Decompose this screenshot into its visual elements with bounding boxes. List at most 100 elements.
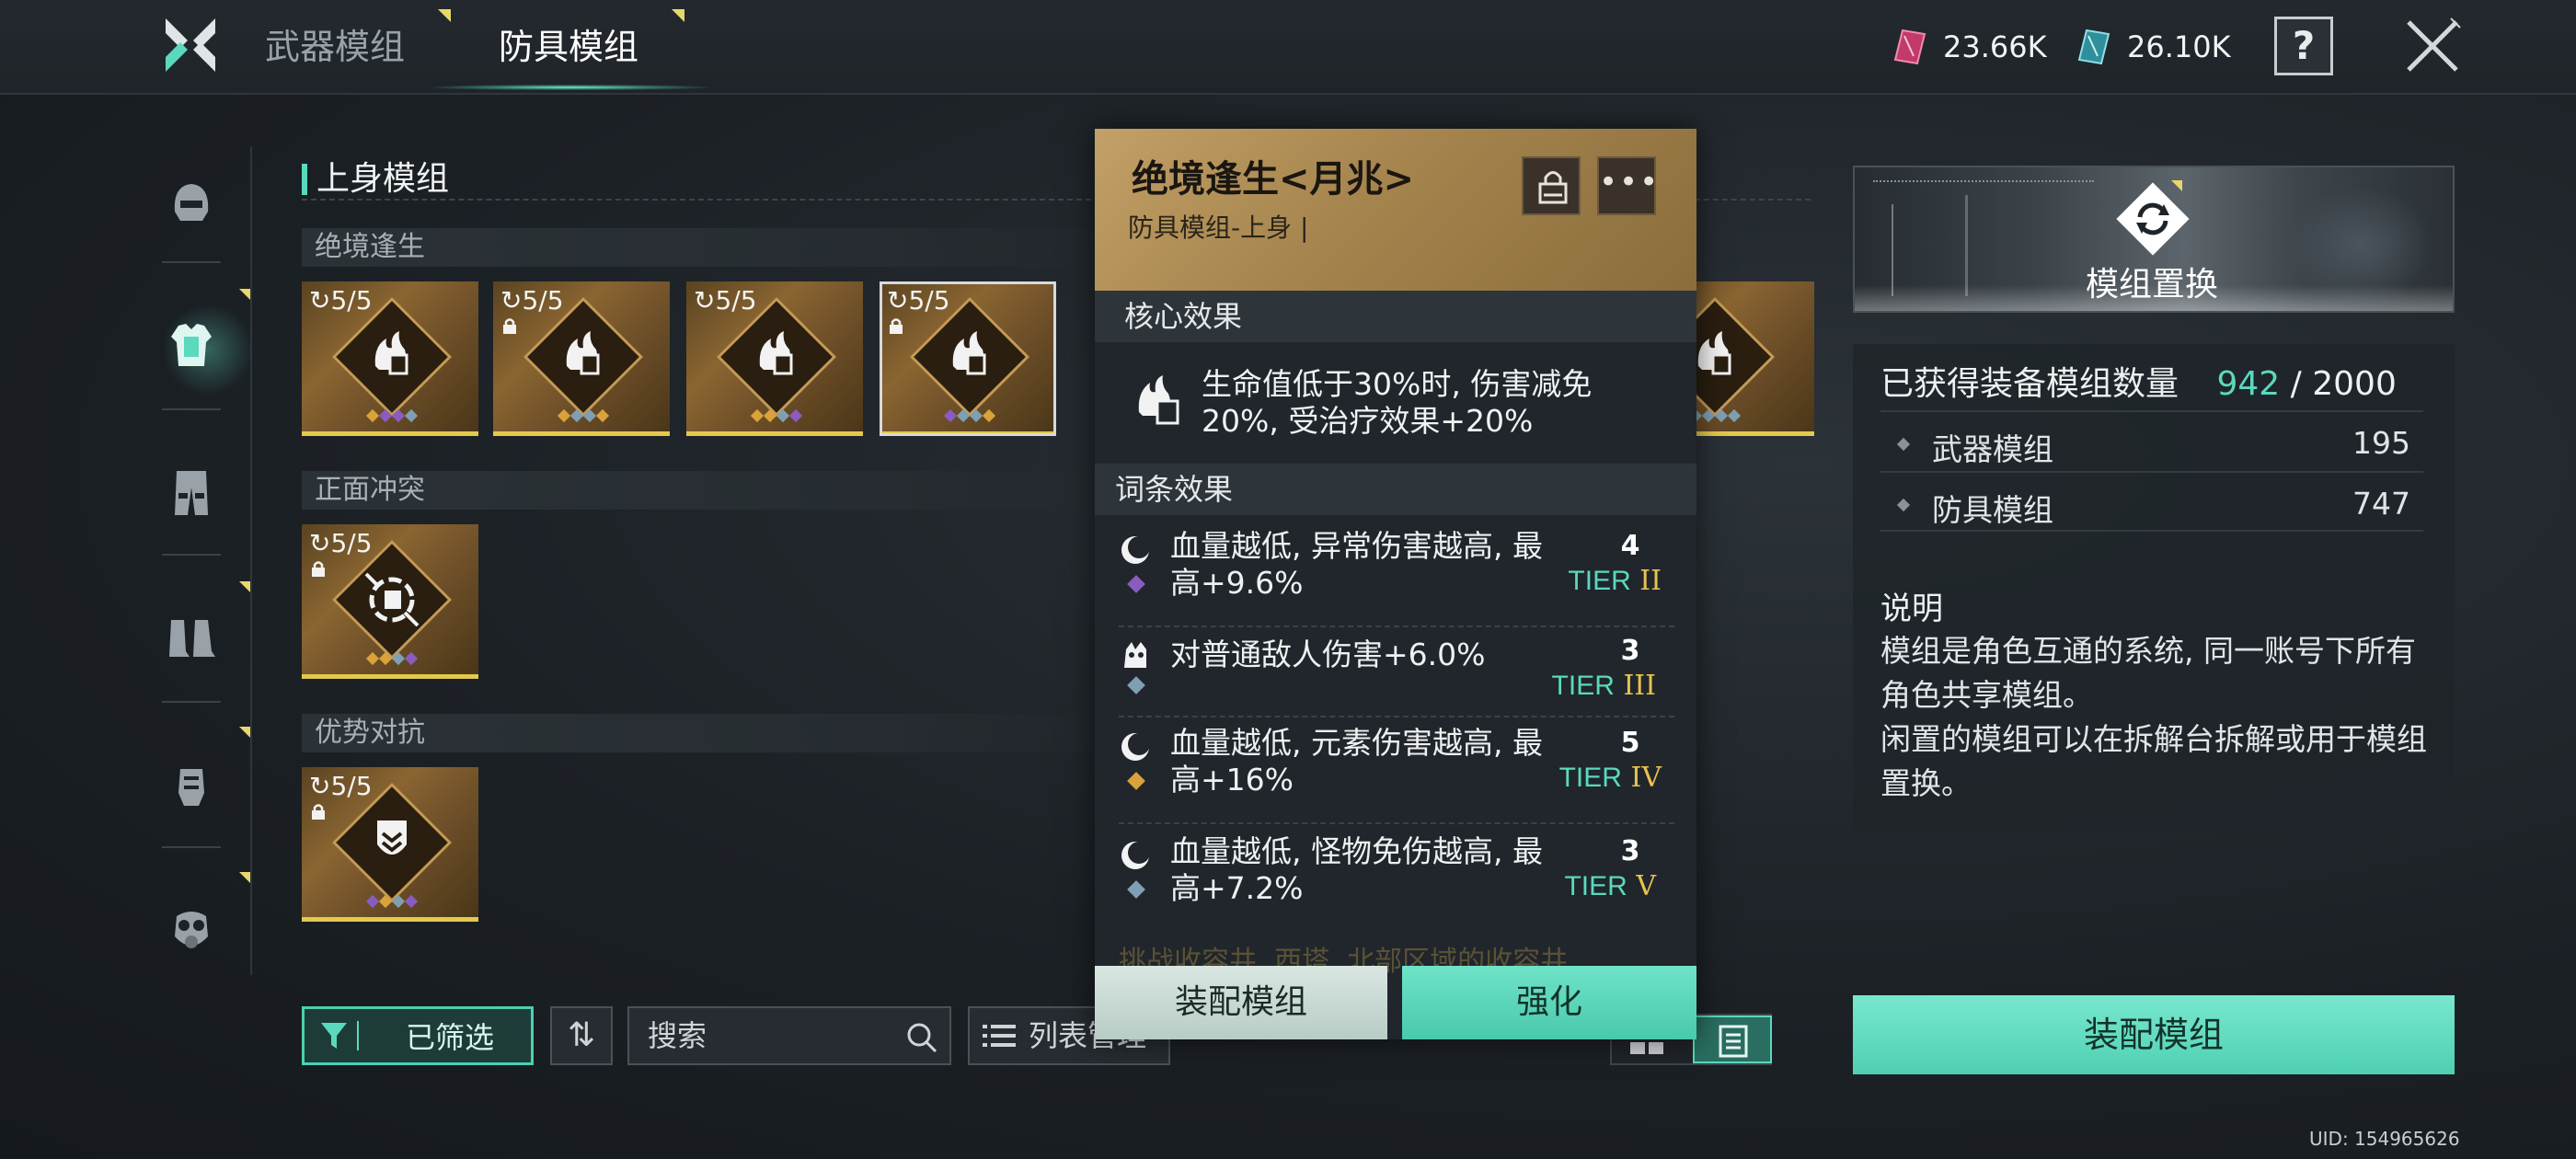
help-button[interactable]: ? (2274, 17, 2333, 75)
lock-button[interactable] (1522, 156, 1581, 215)
advantage-emblem-icon (377, 820, 407, 855)
nav-notice-marker (239, 727, 250, 738)
module-card[interactable]: ↻5/5 (302, 524, 478, 679)
pink-crystal-icon (1893, 29, 1926, 65)
affix-quality-dot (1127, 880, 1145, 899)
affix-dots (357, 894, 427, 910)
nav-notice-marker (239, 289, 250, 300)
affix-dot (557, 408, 571, 423)
module-card-selected[interactable]: ↻5/5 (880, 281, 1056, 436)
module-count: ↻5/5 (309, 771, 373, 801)
affix-dot (404, 408, 419, 423)
module-card[interactable]: ↻5/5 (302, 281, 478, 436)
lock-icon (503, 318, 516, 334)
affix-level: 4 (1620, 530, 1640, 562)
tab-armor-mods[interactable]: 防具模组 (499, 17, 638, 77)
affix-dot (365, 408, 380, 423)
module-count-value: 5/5 (330, 285, 373, 316)
equip-module-main-button[interactable]: 装配模组 (1853, 995, 2455, 1074)
affix-dot (365, 894, 380, 909)
section-accent-bar (302, 164, 307, 195)
affix-dot (391, 651, 406, 666)
user-id: UID: 154965626 (2309, 1128, 2460, 1150)
leg-armor-icon[interactable] (164, 465, 219, 521)
gas-mask-icon[interactable] (164, 903, 219, 958)
enhance-button[interactable]: 强化 (1402, 966, 1696, 1039)
module-count-value: 5/5 (908, 285, 950, 316)
currency-teal: 26.10K (2077, 22, 2231, 72)
affix-tier: TIER IV (1559, 762, 1662, 794)
nav-separator (162, 261, 221, 263)
tab-weapon-mods[interactable]: 武器模组 (265, 17, 405, 77)
affix-row: 对普通敌人伤害+6.0% 3 TIER III (1119, 629, 1674, 717)
module-count: ↻5/5 (309, 528, 373, 558)
upper-body-armor-icon[interactable] (164, 318, 219, 373)
section-title: 上身模组 (316, 160, 450, 198)
group-header: 正面冲突 (302, 471, 1130, 510)
gloves-icon[interactable] (164, 756, 219, 811)
tab-notice-marker (438, 9, 451, 22)
list-icon (983, 1025, 1016, 1047)
game-logo-icon (166, 18, 215, 72)
filter-button[interactable]: 已筛选 (302, 1006, 534, 1065)
affix-effect-header: 词条效果 (1095, 464, 1696, 515)
survivor-emblem-icon (374, 331, 408, 375)
affix-text: 对普通敌人伤害+6.0% (1170, 637, 1486, 672)
nav-divider (250, 147, 252, 975)
affix-dot (1714, 408, 1729, 423)
survivor-emblem-icon (759, 331, 793, 375)
module-card[interactable]: ↻5/5 (302, 767, 478, 922)
crescent-icon (1121, 842, 1150, 869)
banner-decoration (1965, 195, 1968, 296)
owned-count-max: 2000 (2312, 365, 2397, 403)
description-title: 说明 (1880, 591, 1943, 627)
group-name: 正面冲突 (315, 474, 425, 506)
helmet-icon[interactable] (164, 175, 219, 230)
affix-quality-dot (1127, 772, 1145, 790)
refresh-icon: ↻ (309, 771, 331, 801)
affix-dots (742, 408, 811, 424)
affix-dot (763, 408, 777, 423)
affix-dot (582, 408, 597, 423)
group-name: 绝境逢生 (315, 231, 425, 263)
affix-quality-dot (1127, 676, 1145, 694)
core-effect-header: 核心效果 (1095, 291, 1696, 342)
list-view-button[interactable] (1693, 1016, 1772, 1063)
affix-dot (1701, 408, 1716, 423)
tier-label: TIER (1551, 671, 1615, 701)
module-card[interactable]: ↻5/5 (493, 281, 670, 436)
module-count-value: 5/5 (330, 528, 373, 558)
refresh-icon: ↻ (309, 528, 331, 558)
module-swap-label[interactable]: 模组置换 (2083, 258, 2221, 305)
module-card[interactable]: ↻5/5 (686, 281, 863, 436)
equip-module-button[interactable]: 装配模组 (1095, 966, 1387, 1039)
close-icon[interactable] (2399, 13, 2466, 79)
search-input[interactable]: 搜索 (627, 1006, 951, 1065)
crescent-icon (1121, 536, 1150, 564)
lock-icon (1538, 171, 1568, 204)
module-count: ↻5/5 (309, 285, 373, 316)
module-count-value: 5/5 (330, 771, 373, 801)
funnel-icon (321, 1021, 359, 1050)
bullet-icon (1896, 437, 1911, 452)
sort-button[interactable]: ⇅ (550, 1006, 613, 1065)
affix-dots (357, 651, 427, 667)
more-button[interactable]: ••• (1597, 156, 1658, 215)
nav-notice-marker (239, 872, 250, 883)
search-icon[interactable] (903, 1019, 940, 1056)
description-text: 模组是角色互通的系统, 同一账号下所有角色共享模组。 闲置的模组可以在拆解台拆解… (1880, 633, 2427, 801)
affix-tier: TIER V (1564, 870, 1656, 902)
affix-row: 血量越低, 元素伤害越高, 最高+16% 5 TIER IV (1119, 721, 1674, 824)
swap-cycle-icon[interactable] (2114, 180, 2191, 258)
affix-dots (548, 408, 618, 424)
currency-pink: 23.66K (1893, 22, 2047, 72)
refresh-icon: ↻ (887, 285, 909, 316)
affix-row: 血量越低, 怪物免伤越高, 最高+7.2% 3 TIER V (1119, 830, 1674, 933)
affix-dot (404, 651, 419, 666)
boots-icon[interactable] (164, 611, 219, 666)
affix-dot (982, 408, 996, 423)
active-tab-indicator (432, 85, 708, 90)
affix-level: 3 (1620, 635, 1640, 667)
tier-value: II (1639, 565, 1662, 597)
lock-icon (890, 318, 903, 334)
